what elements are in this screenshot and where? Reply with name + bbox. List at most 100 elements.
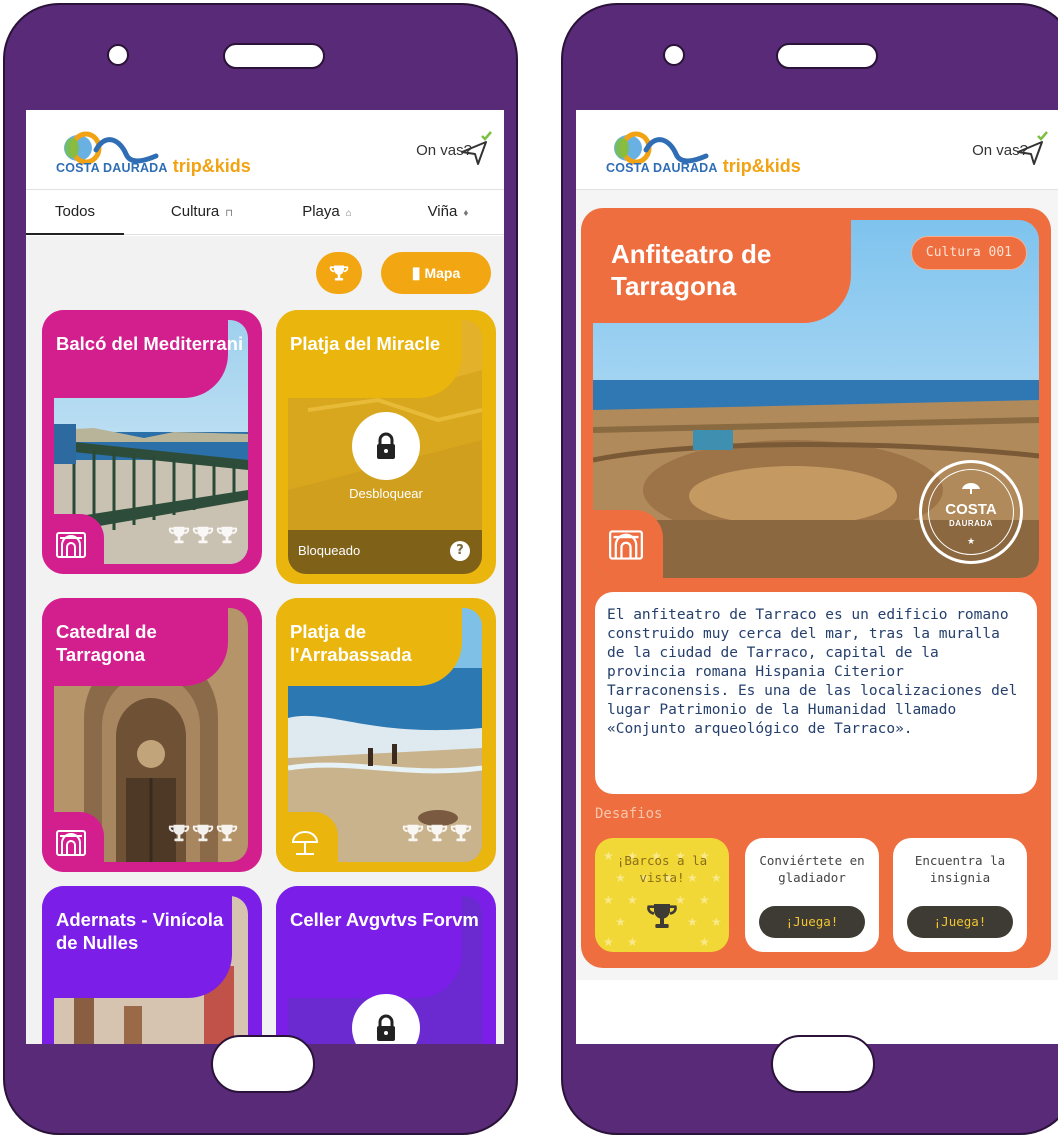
svg-text:★: ★ <box>627 935 638 949</box>
tab-todos[interactable]: Todos <box>26 191 124 235</box>
phone-frame-right: COSTA DAURADA trip&kids On vas? Anfiteat… <box>561 3 1058 1135</box>
svg-text:★: ★ <box>699 893 710 907</box>
place-detail-card: Anfiteatro de Tarragona Cultura 001 COST… <box>581 208 1051 968</box>
svg-text:★: ★ <box>699 935 710 949</box>
phone-frame-left: COSTA DAURADA trip&kids On vas? Todos Cu… <box>3 3 518 1135</box>
play-button[interactable]: ¡Juega! <box>759 906 865 938</box>
logo-costa-text: COSTA DAURADA <box>606 161 718 175</box>
unlock-label: Desbloquear <box>349 486 423 501</box>
challenge-insignia: Encuentra la insignia ¡Juega! <box>893 838 1027 952</box>
place-card-balco[interactable]: Balcó del Mediterrani <box>42 310 262 574</box>
trophy-icon <box>216 822 238 844</box>
place-card-miracle[interactable]: Platja del Miracle Desbloquear Bloqueado… <box>276 310 496 584</box>
trophy-icon <box>216 524 238 546</box>
tab-label: Todos <box>54 203 96 220</box>
speaker-slot <box>223 43 325 69</box>
trophy-icon <box>168 822 190 844</box>
card-title: Celler Avgvtvs Forvm <box>290 909 479 930</box>
unlock-button[interactable] <box>352 412 420 480</box>
trophy-row <box>166 822 238 848</box>
description-panel: El anfiteatro de Tarraco es un edificio … <box>595 592 1037 794</box>
trophy-icon <box>426 822 448 844</box>
trophy-row <box>166 524 238 550</box>
description-text: El anfiteatro de Tarraco es un edificio … <box>607 607 1018 737</box>
trophy-icon <box>192 524 214 546</box>
card-title: Platja del Miracle <box>290 333 441 354</box>
card-title: Balcó del Mediterrani <box>56 333 244 354</box>
category-icon-box <box>593 510 663 578</box>
tab-playa[interactable]: Playa ⌂ <box>272 191 382 235</box>
challenge-label: Conviértete en gladiador <box>759 853 865 885</box>
locked-label: Bloqueado <box>298 543 361 558</box>
home-button[interactable] <box>771 1035 875 1093</box>
detail-title: Anfiteatro de Tarragona <box>611 239 772 301</box>
app-header: COSTA DAURADA trip&kids On vas? <box>576 110 1058 190</box>
lock-icon <box>374 1014 398 1042</box>
svg-text:★: ★ <box>603 935 614 949</box>
map-icon: ▮ <box>411 265 421 282</box>
tab-label: Viña <box>427 203 458 220</box>
list-screen: COSTA DAURADA trip&kids On vas? Todos Cu… <box>26 110 504 1044</box>
card-title-panel <box>276 886 462 998</box>
tab-vina[interactable]: Viña ♦ <box>400 191 496 235</box>
arch-icon <box>56 830 86 856</box>
logo-trip-text: trip&kids <box>722 156 801 176</box>
place-card-celler[interactable]: Celler Avgvtvs Forvm <box>276 886 496 1044</box>
place-card-adernats[interactable]: Adernats - Vinícola de Nulles <box>42 886 262 1044</box>
tab-label: Cultura <box>170 203 220 220</box>
seal-costa-text: COSTA <box>945 501 997 518</box>
arch-icon <box>56 532 86 558</box>
card-title: Catedral de Tarragona <box>56 621 157 665</box>
app-header: COSTA DAURADA trip&kids On vas? <box>26 110 504 190</box>
logo-trip-text: trip&kids <box>172 156 251 176</box>
camera-dot <box>107 44 129 66</box>
umbrella-icon: ⌂ <box>345 208 352 219</box>
place-card-arrabassada[interactable]: Platja de l'Arrabassada <box>276 598 496 872</box>
arch-icon: ⊓ <box>225 208 234 219</box>
category-badge: Cultura 001 <box>910 236 1027 270</box>
grape-icon: ♦ <box>463 208 469 219</box>
trophy-button[interactable] <box>316 252 362 294</box>
trophy-icon <box>402 822 424 844</box>
navigation-icon[interactable] <box>1014 130 1048 166</box>
svg-text:★: ★ <box>711 915 722 929</box>
category-icon-box <box>276 812 338 872</box>
challenge-completed[interactable]: ★ ★ ★ ★ ★ ★ ★ ★ ★ ★ ★ ★ ★ ★ ★ ★ ★ ★ ★ ★ ¡Barcos a la vi… <box>595 838 729 952</box>
detail-screen: COSTA DAURADA trip&kids On vas? Anfiteat… <box>576 110 1058 1044</box>
tree-icon <box>962 483 980 494</box>
speaker-slot <box>776 43 878 69</box>
tab-cultura[interactable]: Cultura ⊓ <box>142 191 262 235</box>
arch-icon <box>609 530 643 560</box>
map-button[interactable]: ▮ Mapa <box>381 252 491 294</box>
locked-status-bar: Bloqueado ? <box>288 530 482 574</box>
category-tabs: Todos Cultura ⊓ Playa ⌂ Viña ♦ <box>26 191 504 235</box>
svg-text:★: ★ <box>687 915 698 929</box>
category-icon-box <box>42 812 104 872</box>
umbrella-icon <box>290 830 320 856</box>
logo-costa-text: COSTA DAURADA <box>56 161 168 175</box>
category-icon-box <box>42 514 104 574</box>
trophy-icon <box>329 263 349 283</box>
trophy-icon <box>450 822 472 844</box>
trophy-row <box>400 822 472 848</box>
seal-daurada-text: DAURADA <box>949 519 993 528</box>
play-button[interactable]: ¡Juega! <box>907 906 1013 938</box>
trophy-icon <box>192 822 214 844</box>
card-title: Adernats - Vinícola de Nulles <box>56 909 224 953</box>
help-icon[interactable]: ? <box>450 541 470 561</box>
trophy-icon <box>646 900 678 932</box>
svg-text:★: ★ <box>627 893 638 907</box>
challenge-label: Encuentra la insignia <box>914 853 1006 885</box>
home-button[interactable] <box>211 1035 315 1093</box>
costa-daurada-seal: COSTA DAURADA ★ <box>919 460 1023 564</box>
navigation-icon[interactable] <box>458 130 492 166</box>
map-label: Mapa <box>424 265 461 281</box>
challenge-label: ¡Barcos a la vista! <box>616 853 708 885</box>
card-title: Platja de l'Arrabassada <box>290 621 412 665</box>
challenge-gladiador: Conviértete en gladiador ¡Juega! <box>745 838 879 952</box>
camera-dot <box>663 44 685 66</box>
place-card-catedral[interactable]: Catedral de Tarragona <box>42 598 262 872</box>
svg-text:★: ★ <box>603 893 614 907</box>
svg-text:★: ★ <box>615 915 626 929</box>
star-icon: ★ <box>966 537 976 547</box>
